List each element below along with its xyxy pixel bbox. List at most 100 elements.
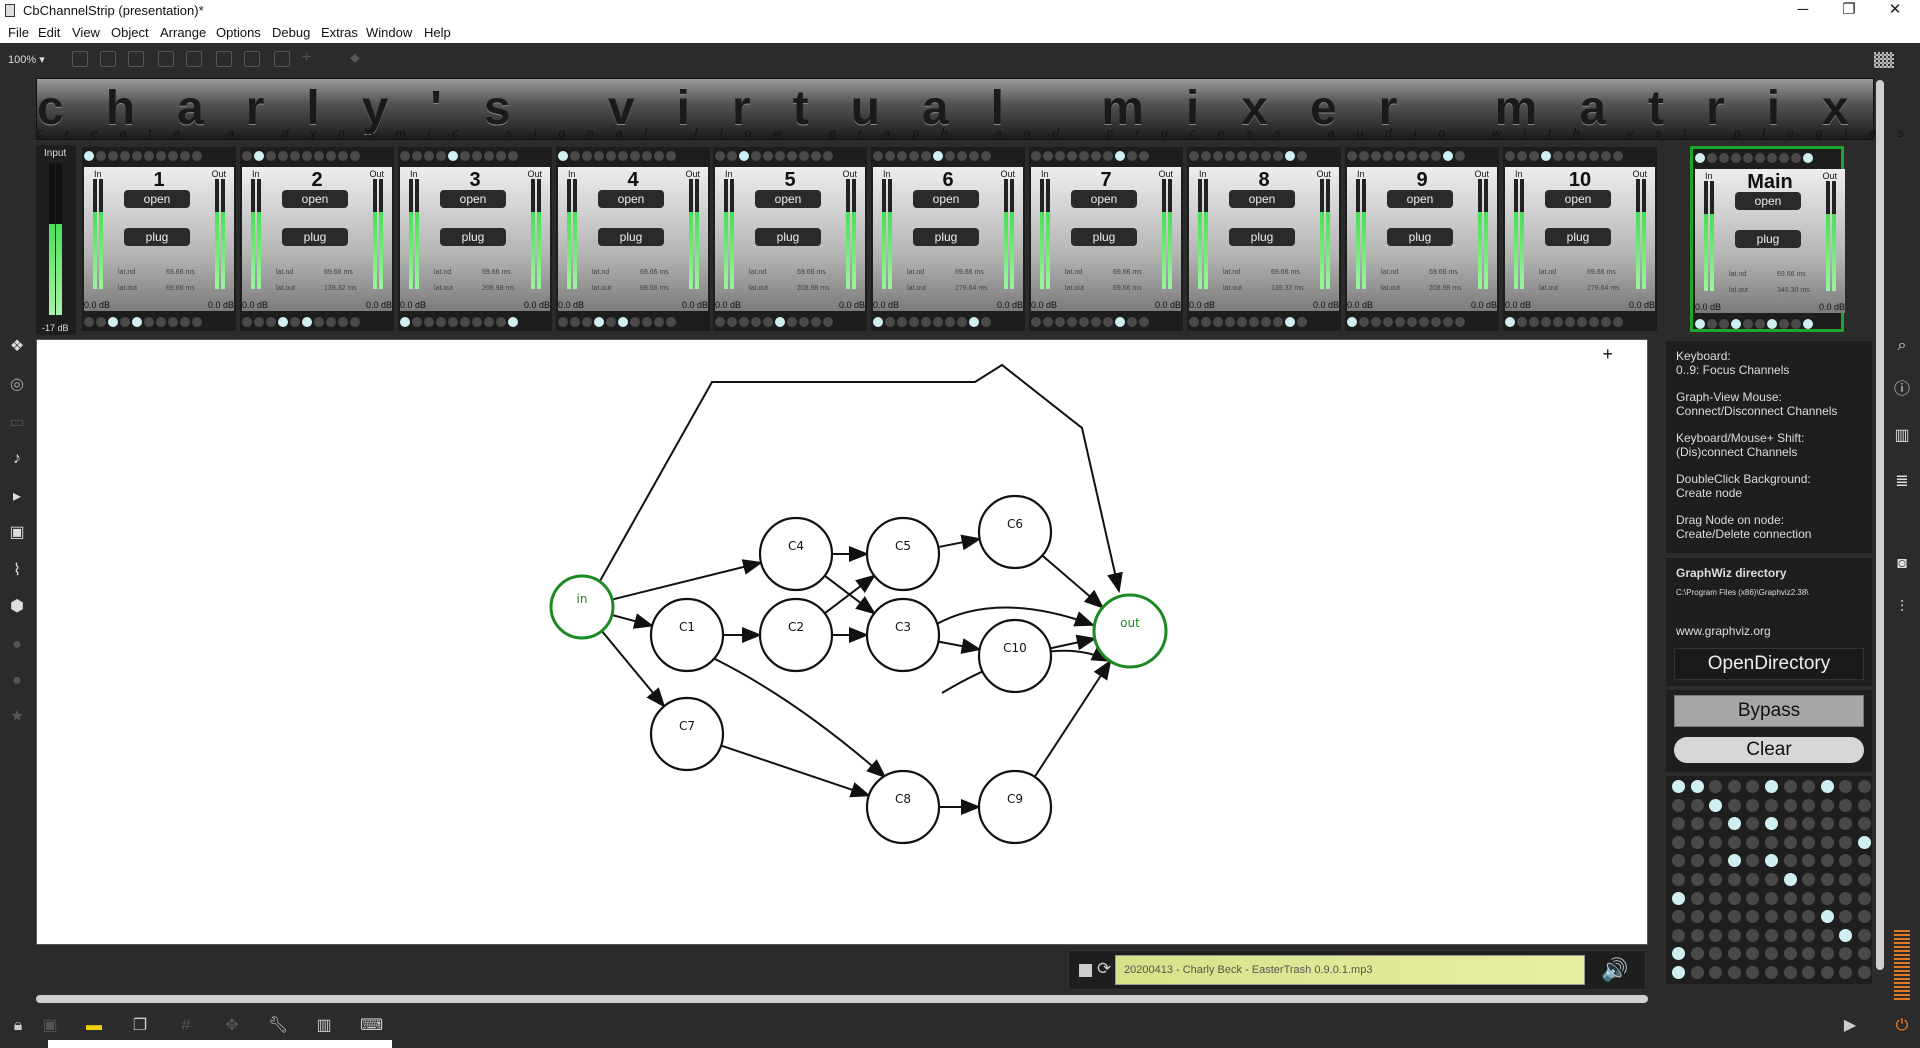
matrix-cell[interactable] (1802, 798, 1816, 812)
output-toggle[interactable] (302, 317, 312, 327)
matrix-cell[interactable] (1839, 872, 1853, 886)
matrix-cell[interactable] (1802, 854, 1816, 868)
power-icon[interactable]: ⏻ (1892, 1016, 1912, 1036)
input-toggle[interactable] (1225, 151, 1235, 161)
routing-matrix[interactable] (1666, 776, 1872, 984)
output-toggle[interactable] (436, 317, 446, 327)
matrix-cell[interactable] (1727, 835, 1741, 849)
graph-edge[interactable] (1049, 634, 1097, 651)
matrix-cell[interactable] (1820, 817, 1834, 831)
input-toggle[interactable] (1589, 151, 1599, 161)
matrix-cell[interactable] (1746, 817, 1760, 831)
input-toggle[interactable] (1371, 151, 1381, 161)
input-toggle[interactable] (1079, 151, 1089, 161)
graphviz-link[interactable]: www.graphviz.org (1676, 624, 1771, 638)
matrix-cell[interactable] (1672, 947, 1685, 961)
graph-node-in[interactable]: in (549, 574, 615, 640)
matrix-cell[interactable] (1727, 910, 1741, 924)
plug-button[interactable]: plug (1229, 228, 1295, 246)
input-toggle[interactable] (448, 151, 458, 161)
search-icon[interactable]: ⌕ (1892, 336, 1912, 356)
play-icon[interactable]: ▶ (1840, 1016, 1860, 1036)
output-toggle[interactable] (823, 317, 833, 327)
input-toggle[interactable] (1031, 151, 1041, 161)
grid-icon[interactable]: # (176, 1016, 196, 1036)
toolbar-tool-4-icon[interactable] (158, 51, 174, 67)
target-icon[interactable]: ◎ (8, 376, 26, 394)
graph-edge[interactable] (1033, 659, 1112, 778)
matrix-cell[interactable] (1672, 854, 1685, 868)
music-icon[interactable]: ♪ (8, 450, 26, 468)
input-toggle[interactable] (885, 151, 895, 161)
input-toggle[interactable] (715, 151, 725, 161)
graph-node-c9[interactable]: C9 (977, 769, 1053, 845)
input-toggle[interactable] (873, 151, 883, 161)
open-button[interactable]: open (124, 190, 190, 208)
open-button[interactable]: open (282, 190, 348, 208)
matrix-cell[interactable] (1690, 965, 1704, 979)
output-toggle[interactable] (400, 317, 410, 327)
matrix-cell[interactable] (1802, 947, 1816, 961)
output-toggle[interactable] (799, 317, 809, 327)
input-toggle[interactable] (1407, 151, 1417, 161)
matrix-cell[interactable] (1746, 835, 1760, 849)
input-toggle[interactable] (400, 151, 410, 161)
input-toggle[interactable] (1565, 151, 1575, 161)
input-toggle[interactable] (1395, 151, 1405, 161)
matrix-cell[interactable] (1820, 780, 1834, 793)
comment-icon[interactable]: ▬ (84, 1016, 104, 1036)
input-toggle[interactable] (1791, 153, 1801, 163)
input-toggle[interactable] (266, 151, 276, 161)
toolbar-tool-8-icon[interactable] (274, 51, 290, 67)
output-toggle[interactable] (558, 317, 568, 327)
matrix-cell[interactable] (1727, 798, 1741, 812)
graph-node-c5[interactable]: C5 (865, 516, 941, 592)
output-toggle[interactable] (606, 317, 616, 327)
output-toggle[interactable] (1213, 317, 1223, 327)
matrix-cell[interactable] (1746, 780, 1760, 793)
graph-node-out[interactable]: out (1092, 593, 1168, 669)
input-toggle[interactable] (326, 151, 336, 161)
graph-node-c6[interactable]: C6 (977, 494, 1053, 570)
input-toggle[interactable] (1743, 153, 1753, 163)
matrix-cell[interactable] (1709, 910, 1723, 924)
output-toggle[interactable] (594, 317, 604, 327)
disabled-tool-2-icon[interactable]: ● (8, 672, 26, 690)
output-toggle[interactable] (350, 317, 360, 327)
output-toggle[interactable] (666, 317, 676, 327)
output-toggle[interactable] (1541, 317, 1551, 327)
snap-icon[interactable]: ✥ (222, 1016, 242, 1036)
input-toggle[interactable] (1261, 151, 1271, 161)
matrix-cell[interactable] (1709, 835, 1723, 849)
graph-node-c3[interactable]: C3 (865, 597, 941, 673)
output-toggle[interactable] (1565, 317, 1575, 327)
input-toggle[interactable] (496, 151, 506, 161)
matrix-cell[interactable] (1709, 928, 1723, 942)
toolbar-add-icon[interactable]: + (302, 49, 318, 66)
menu-help[interactable]: Help (424, 25, 451, 40)
plug-button[interactable]: plug (124, 228, 190, 246)
output-toggle[interactable] (739, 317, 749, 327)
input-toggle[interactable] (921, 151, 931, 161)
matrix-cell[interactable] (1820, 947, 1834, 961)
grid-view-icon[interactable] (1874, 52, 1894, 68)
node-circle[interactable] (549, 574, 615, 640)
output-toggle[interactable] (1249, 317, 1259, 327)
matrix-cell[interactable] (1839, 780, 1853, 793)
bypass-button[interactable]: Bypass (1674, 695, 1864, 727)
open-button[interactable]: open (598, 190, 664, 208)
menu-arrange[interactable]: Arrange (160, 25, 206, 40)
waveform[interactable]: 20200413 - Charly Beck - EasterTrash 0.9… (1115, 955, 1585, 985)
matrix-cell[interactable] (1783, 965, 1797, 979)
graph-edge[interactable] (938, 638, 982, 654)
output-toggle[interactable] (775, 317, 785, 327)
input-toggle[interactable] (1529, 151, 1539, 161)
output-toggle[interactable] (1419, 317, 1429, 327)
clear-button[interactable]: Clear (1674, 737, 1864, 763)
sliders-icon[interactable]: ⫶ (1892, 598, 1912, 618)
output-toggle[interactable] (570, 317, 580, 327)
output-toggle[interactable] (484, 317, 494, 327)
matrix-cell[interactable] (1857, 854, 1871, 868)
matrix-cell[interactable] (1857, 780, 1871, 793)
input-toggle[interactable] (727, 151, 737, 161)
